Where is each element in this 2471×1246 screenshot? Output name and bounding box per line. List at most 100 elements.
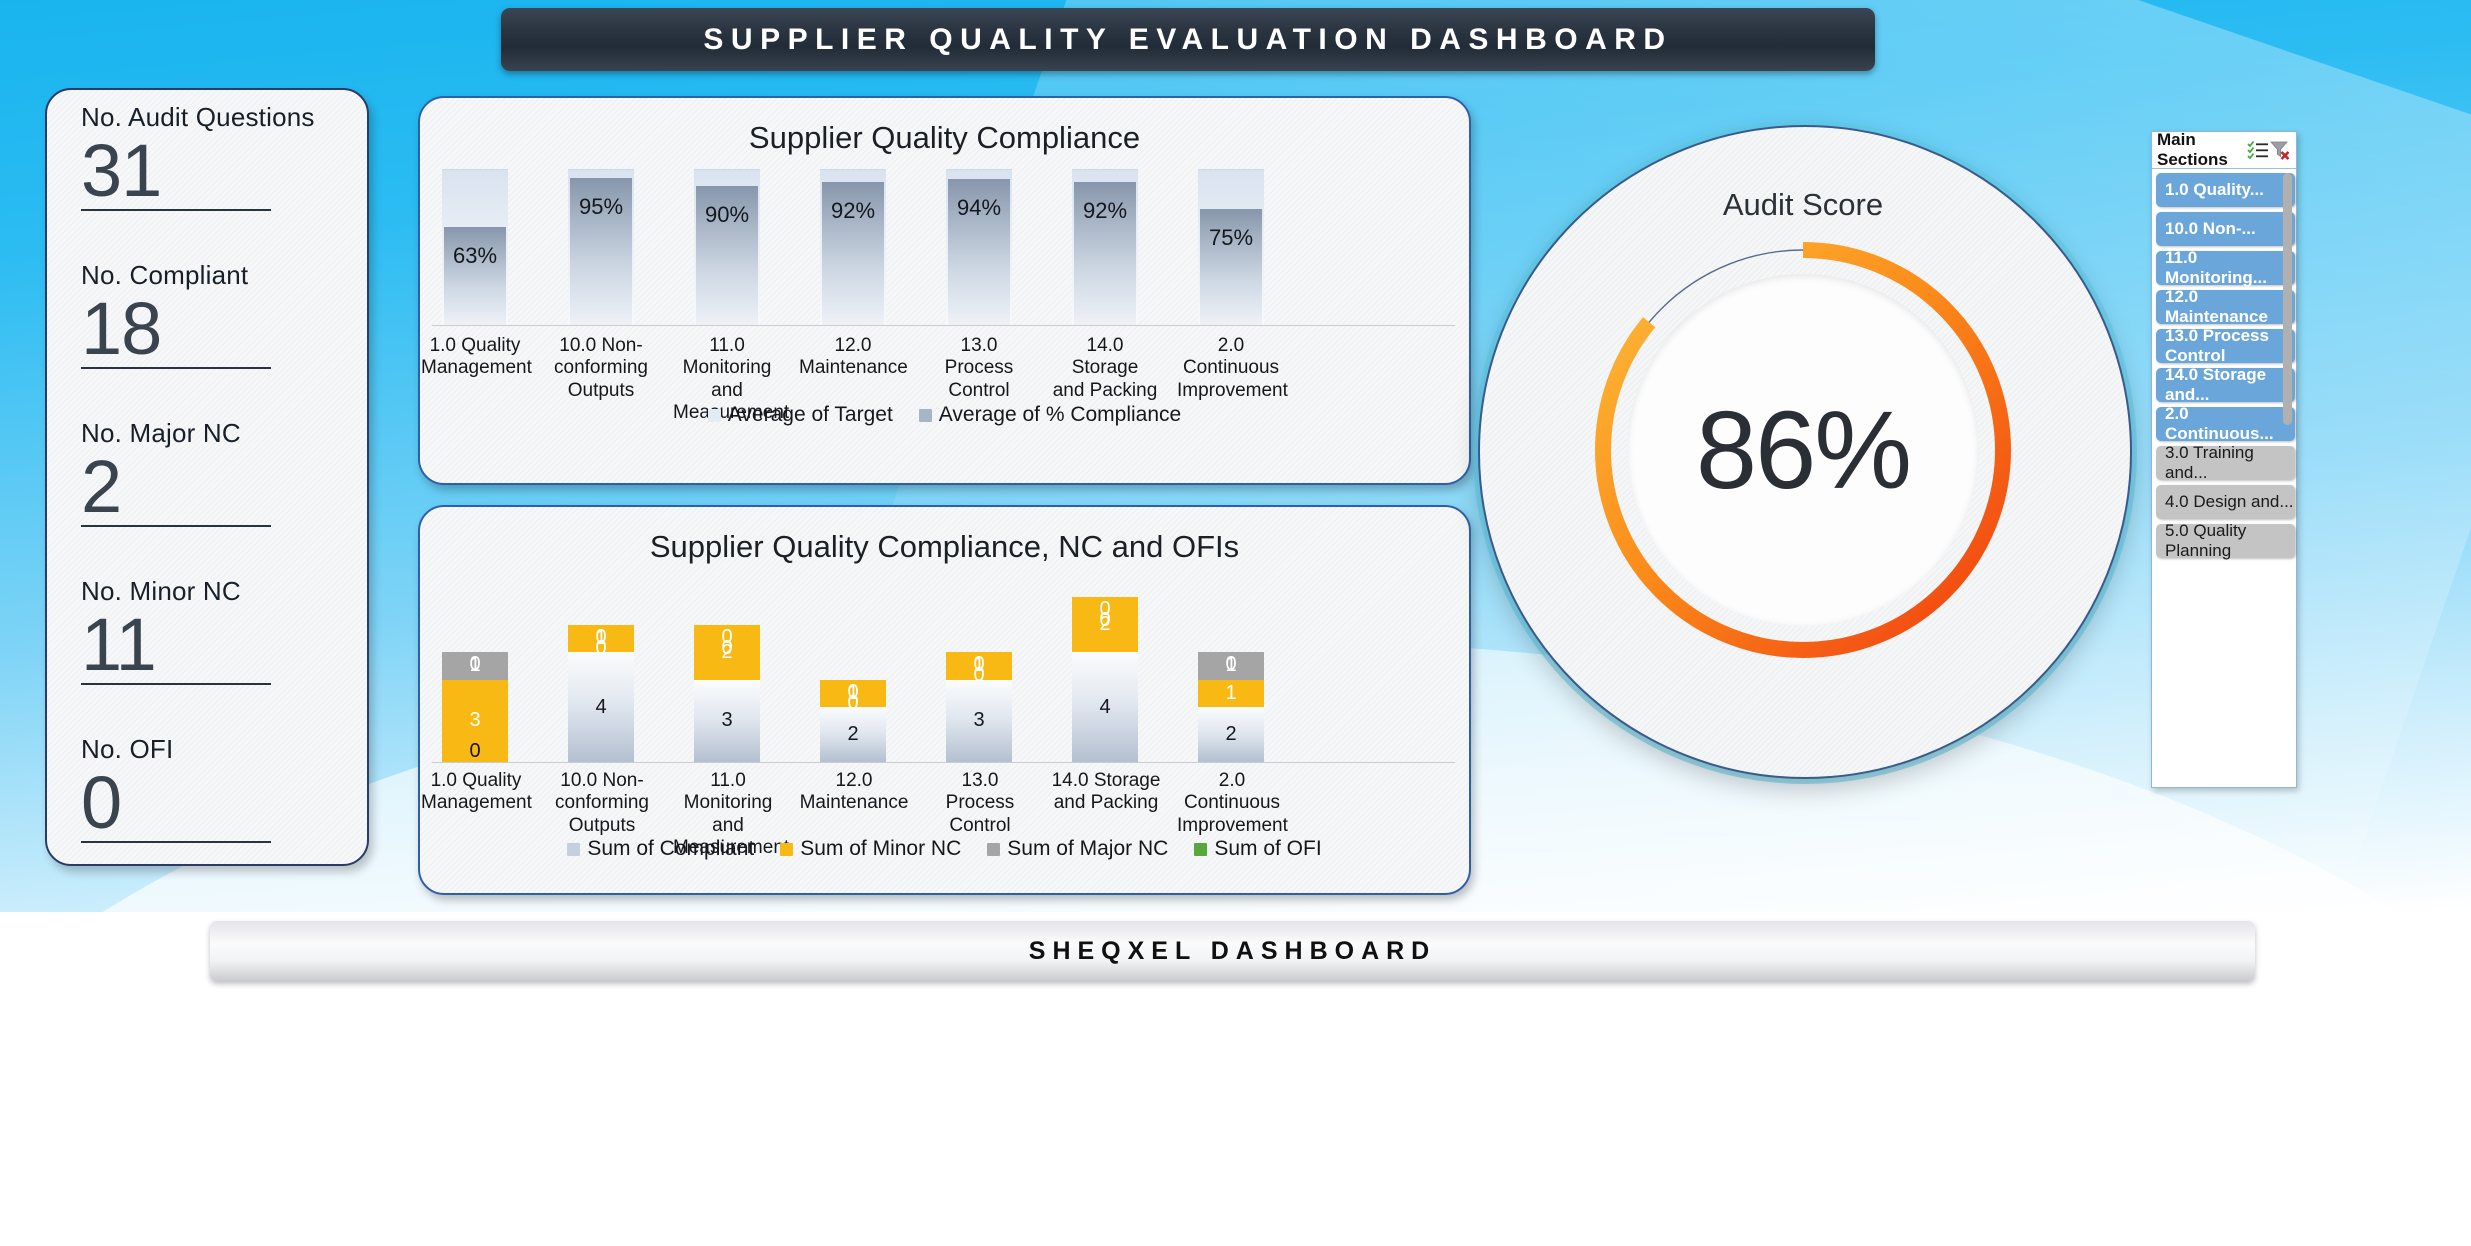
bar-compliance: [444, 227, 506, 325]
chart2-legend: Sum of Compliant Sum of Minor NC Sum of Ma…: [420, 837, 1469, 861]
legend-swatch: [1194, 842, 1208, 856]
chart1-legend: Average of Target Average of % Compliance: [420, 403, 1469, 427]
gauge-value-label: 86%: [1695, 388, 1912, 512]
bar-data-label: 63%: [452, 243, 498, 269]
stacked-bar: 14: [568, 597, 634, 762]
legend-label: Average of % Compliance: [938, 403, 1182, 426]
stack-zero-label: 0: [595, 636, 607, 659]
stack-segment: 4: [1072, 652, 1138, 762]
multi-select-icon[interactable]: [2247, 140, 2269, 160]
slicer-title: Main Sections: [2157, 130, 2228, 169]
dashboard-footer-bar: SHEQXEL DASHBOARD: [210, 921, 2255, 981]
legend-swatch: [707, 408, 721, 422]
slicer-item-9[interactable]: 4.0 Design and...: [2156, 485, 2295, 519]
legend-item: Average of Target: [707, 403, 893, 427]
slicer-item-8[interactable]: 3.0 Training and...: [2156, 443, 2295, 482]
legend-item: Sum of Minor NC: [780, 837, 961, 861]
kpi-metric: No. Major NC 2: [81, 418, 333, 528]
bar-data-label: 95%: [578, 193, 624, 219]
kpi-value: 2: [81, 445, 122, 528]
slicer-item-4[interactable]: 12.0 Maintenance: [2156, 287, 2295, 326]
kpi-value: 11: [81, 603, 157, 686]
slicer-item-7[interactable]: 2.0 Continuous...: [2156, 404, 2295, 443]
slicer-item-3[interactable]: 11.0 Monitoring...: [2156, 248, 2295, 287]
x-axis-label: 10.0 Non-conforming Outputs: [554, 335, 648, 401]
bar-group: [1072, 169, 1138, 325]
stack-segment: 3: [946, 679, 1012, 762]
stack-segment: 3: [694, 679, 760, 762]
clear-filter-icon[interactable]: [2269, 140, 2291, 160]
legend-label: Sum of Minor NC: [800, 837, 962, 860]
legend-swatch: [567, 842, 581, 856]
stacked-bar: 12: [820, 597, 886, 762]
x-axis-label: 13.0 Process Control: [945, 770, 1015, 836]
kpi-metric: No. OFI 0: [81, 734, 333, 844]
main-sections-slicer[interactable]: Main Sections 1.0 Quality... 10.0 Non-...…: [2151, 130, 2297, 788]
bar-data-label: 75%: [1208, 224, 1254, 250]
stack-segment: 2: [1198, 707, 1264, 762]
legend-item: Sum of Compliant: [567, 837, 754, 861]
x-axis-label: 10.0 Non-conforming Outputs: [555, 770, 649, 836]
legend-item: Sum of OFI: [1194, 837, 1322, 861]
gauge-center: 86%: [1627, 274, 1979, 626]
kpi-summary-card: No. Audit Questions 31 No. Compliant 18 No. …: [45, 88, 369, 868]
stack-zero-label: 0: [973, 664, 985, 686]
legend-swatch: [987, 842, 1001, 856]
slicer-item-2[interactable]: 10.0 Non-...: [2156, 212, 2295, 246]
slicer-item-5[interactable]: 13.0 Process Control: [2156, 326, 2295, 365]
slicer-item-6[interactable]: 14.0 Storage and...: [2156, 365, 2295, 404]
x-axis-label: 13.0 Process Control: [944, 335, 1014, 401]
chart-panel-nc-ofi: Supplier Quality Compliance, NC and OFIs…: [418, 505, 1471, 897]
x-axis-label: 1.0 Quality Management: [421, 770, 532, 814]
slicer-item-list[interactable]: 1.0 Quality... 10.0 Non-... 11.0 Monitorin…: [2152, 169, 2296, 560]
page-title: SUPPLIER QUALITY EVALUATION DASHBOARD: [703, 22, 1673, 56]
x-axis-label: 12.0 Maintenance: [799, 335, 908, 379]
stack-zero-label: 0: [469, 740, 481, 762]
stack-zero-label: 0: [1225, 653, 1237, 675]
kpi-value: 31: [81, 129, 162, 212]
kpi-value: 0: [81, 761, 122, 844]
slicer-item-1[interactable]: 1.0 Quality...: [2156, 173, 2295, 207]
gauge-title: Audit Score: [1722, 187, 1884, 222]
stack-segment: 2: [820, 707, 886, 762]
x-axis-label: 1.0 Quality Management: [421, 335, 532, 379]
x-axis-label: 14.0 Storage and Packing: [1051, 770, 1161, 814]
legend-item: Average of % Compliance: [918, 403, 1182, 427]
legend-item: Sum of Major NC: [987, 837, 1168, 861]
slicer-item-10[interactable]: 5.0 Quality Planning: [2156, 521, 2295, 560]
stacked-bar: 13: [442, 597, 508, 762]
legend-swatch: [918, 408, 932, 422]
bar-data-label: 92%: [1082, 198, 1128, 224]
dashboard-title-bar: SUPPLIER QUALITY EVALUATION DASHBOARD: [501, 8, 1875, 71]
audit-score-gauge: Audit Score 86%: [1478, 125, 2132, 779]
kpi-metric: No. Compliant 18: [81, 260, 333, 370]
bar-data-label: 92%: [830, 198, 876, 224]
x-axis-label: 14.0 Storage and Packing: [1052, 335, 1158, 401]
bar-group: [820, 169, 886, 325]
slicer-scrollbar[interactable]: [2283, 173, 2292, 425]
kpi-metric: No. Minor NC 11: [81, 576, 333, 686]
legend-label: Sum of OFI: [1214, 837, 1322, 860]
stack-zero-label: 0: [1099, 609, 1111, 631]
stack-segment: 4: [568, 652, 634, 762]
bar-data-label: 90%: [704, 201, 750, 227]
bar-data-label: 94%: [956, 195, 1002, 221]
kpi-value: 18: [81, 287, 162, 370]
chart2-title: Supplier Quality Compliance, NC and OFIs: [649, 529, 1240, 564]
chart-panel-compliance: Supplier Quality Compliance 63% 95% 90% 92%…: [418, 96, 1471, 487]
x-axis-label: 12.0 Maintenance: [799, 770, 909, 814]
stack-zero-label: 0: [847, 691, 859, 714]
bar-group: [694, 169, 760, 325]
legend-label: Sum of Major NC: [1007, 837, 1169, 860]
stack-zero-label: 0: [469, 653, 481, 675]
bar-group: [946, 169, 1012, 325]
kpi-metric: No. Audit Questions 31: [81, 102, 333, 212]
stack-zero-label: 0: [721, 636, 733, 659]
stacked-bar: 23: [694, 597, 760, 762]
legend-label: Sum of Compliant: [587, 837, 755, 860]
stacked-bar: 112: [1198, 597, 1264, 762]
x-axis-line: [432, 762, 1455, 763]
stack-segment: 1: [1198, 679, 1264, 707]
footer-title: SHEQXEL DASHBOARD: [1028, 936, 1437, 965]
x-axis-label: 2.0 Continuous Improvement: [1177, 335, 1288, 401]
